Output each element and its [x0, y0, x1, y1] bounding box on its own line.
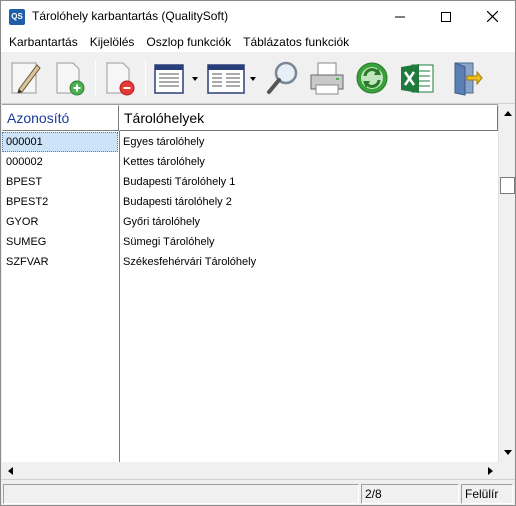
table-view-icon: [207, 64, 245, 94]
delete-record-button[interactable]: [101, 57, 139, 99]
cell-id[interactable]: BPEST2: [2, 192, 118, 212]
table-row[interactable]: GYOR Győri tárolóhely: [2, 212, 498, 232]
chevron-down-icon[interactable]: [250, 77, 256, 81]
arrow-right-icon: [487, 466, 493, 475]
column-layout-button[interactable]: [151, 57, 187, 99]
arrow-left-icon: [7, 466, 13, 475]
status-bar: 2/8 Felülír: [1, 479, 515, 505]
delete-record-icon: [106, 62, 135, 96]
vertical-scroll-thumb[interactable]: [500, 177, 515, 194]
search-button[interactable]: [263, 57, 301, 99]
column-layout-icon: [154, 64, 184, 94]
cell-id[interactable]: SUMEG: [2, 232, 118, 252]
edit-button[interactable]: [7, 57, 45, 99]
arrow-up-icon: [503, 111, 512, 116]
print-button[interactable]: [307, 57, 347, 99]
table-row[interactable]: 000002 Kettes tárolóhely: [2, 152, 498, 172]
menu-kijeloles[interactable]: Kijelölés: [84, 32, 141, 52]
app-logo-icon: QS: [9, 9, 25, 25]
menu-karbantartas[interactable]: Karbantartás: [3, 32, 84, 52]
table-row[interactable]: 000001 Egyes tárolóhely: [2, 132, 498, 152]
cell-id[interactable]: GYOR: [2, 212, 118, 232]
table-row[interactable]: SZFVAR Székesfehérvári Tárolóhely: [2, 252, 498, 272]
scroll-corner: [498, 462, 515, 479]
cell-name[interactable]: Székesfehérvári Tárolóhely: [123, 252, 493, 272]
new-record-icon: [56, 62, 85, 96]
toolbar: [1, 52, 515, 104]
cell-name[interactable]: Kettes tárolóhely: [123, 152, 493, 172]
scroll-up-button[interactable]: [500, 105, 515, 122]
print-icon: [310, 62, 344, 95]
chevron-down-icon[interactable]: [192, 77, 198, 81]
cell-name[interactable]: Egyes tárolóhely: [123, 132, 493, 152]
minimize-button[interactable]: [377, 1, 423, 32]
excel-export-button[interactable]: [397, 57, 437, 99]
toolbar-separator: [95, 60, 96, 96]
status-main: [3, 484, 359, 504]
main-window: QS Tárolóhely karbantartás (QualitySoft)…: [0, 0, 516, 506]
excel-export-icon: [401, 64, 434, 93]
cell-name[interactable]: Győri tárolóhely: [123, 212, 493, 232]
new-record-button[interactable]: [51, 57, 89, 99]
close-icon: [486, 11, 498, 22]
arrow-down-icon: [503, 450, 512, 455]
close-button[interactable]: [469, 1, 515, 32]
search-icon: [267, 61, 298, 94]
menu-bar: Karbantartás Kijelölés Oszlop funkciók T…: [1, 32, 515, 52]
menu-tablazatos-funkciok[interactable]: Táblázatos funkciók: [237, 32, 355, 52]
status-record-position: 2/8: [361, 484, 459, 504]
cell-name[interactable]: Sümegi Tárolóhely: [123, 232, 493, 252]
column-header-tarolohelyek[interactable]: Tárolóhelyek: [119, 105, 498, 131]
column-header-azonosito[interactable]: Azonosító: [2, 105, 119, 131]
cell-id[interactable]: BPEST: [2, 172, 118, 192]
status-edit-mode: Felülír: [461, 484, 513, 504]
title-bar[interactable]: QS Tárolóhely karbantartás (QualitySoft): [1, 1, 515, 32]
cell-name[interactable]: Budapesti Tárolóhely 1: [123, 172, 493, 192]
table-view-button[interactable]: [205, 57, 247, 99]
toolbar-separator: [145, 60, 146, 96]
cell-name[interactable]: Budapesti tárolóhely 2: [123, 192, 493, 212]
window-title: Tárolóhely karbantartás (QualitySoft): [32, 9, 229, 23]
scroll-right-button[interactable]: [482, 462, 498, 479]
cell-id[interactable]: 000001: [2, 132, 118, 152]
minimize-icon: [395, 16, 405, 17]
data-grid[interactable]: Azonosító Tárolóhelyek 000001 Egyes táro…: [2, 104, 498, 463]
horizontal-scrollbar[interactable]: [2, 462, 498, 479]
table-row[interactable]: SUMEG Sümegi Tárolóhely: [2, 232, 498, 252]
refresh-button[interactable]: [353, 57, 391, 99]
exit-icon: [454, 62, 483, 96]
vertical-scrollbar[interactable]: [498, 104, 515, 462]
refresh-icon: [356, 62, 388, 94]
table-row[interactable]: BPEST2 Budapesti tárolóhely 2: [2, 192, 498, 212]
scroll-left-button[interactable]: [2, 462, 18, 479]
menu-oszlop-funkciok[interactable]: Oszlop funkciók: [140, 32, 237, 52]
cell-id[interactable]: 000002: [2, 152, 118, 172]
table-row[interactable]: BPEST Budapesti Tárolóhely 1: [2, 172, 498, 192]
edit-icon: [11, 62, 41, 94]
cell-id[interactable]: SZFVAR: [2, 252, 118, 272]
exit-button[interactable]: [445, 57, 485, 99]
scroll-down-button[interactable]: [500, 444, 515, 461]
maximize-icon: [441, 11, 451, 22]
maximize-button[interactable]: [423, 1, 469, 32]
